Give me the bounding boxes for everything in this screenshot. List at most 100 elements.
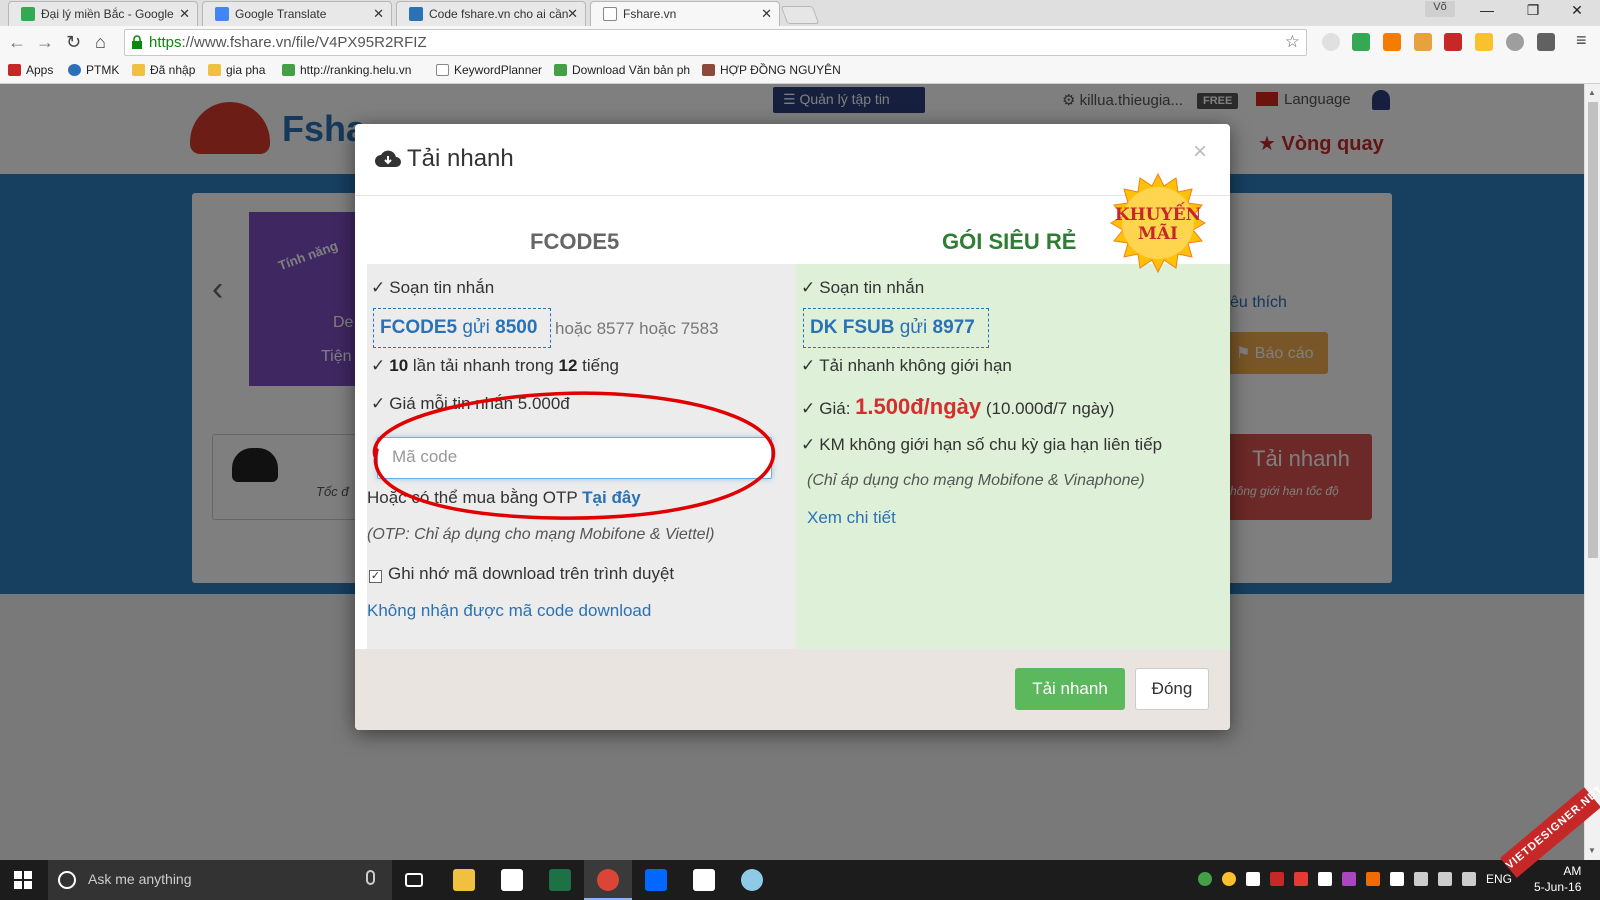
promo-line: MÃI [1138, 224, 1178, 244]
modal-close-icon[interactable]: × [1193, 138, 1207, 166]
tray-app-icon[interactable] [1342, 872, 1356, 886]
bookmark-label: HỢP ĐỒNG NGUYÊN [720, 63, 841, 77]
fast-download-button[interactable]: Tải nhanh [1015, 668, 1125, 710]
check-icon: ✓ [801, 356, 816, 375]
system-clock[interactable]: AM 5-Jun-16 [1534, 863, 1581, 895]
taskbar-chrome[interactable] [584, 860, 632, 900]
sms-code: FCODE5 [380, 317, 458, 338]
clock-time: AM [1563, 864, 1582, 878]
notifications-icon[interactable] [1462, 872, 1476, 886]
taskbar-zalo[interactable] [632, 860, 680, 900]
close-tab-icon[interactable]: ✕ [761, 6, 772, 22]
weekly-price: (10.000đ/7 ngày) [985, 399, 1115, 418]
chrome-icon [597, 869, 619, 891]
modal-title: Tải nhanh [407, 145, 514, 172]
limit-count: 10 [389, 356, 409, 375]
bookmark-star-icon[interactable]: ☆ [1285, 32, 1300, 52]
close-tab-icon[interactable]: ✕ [373, 6, 384, 22]
dropbox-icon[interactable] [1318, 872, 1332, 886]
extension-box-icon[interactable] [1414, 33, 1432, 51]
page-favicon-icon [603, 7, 617, 21]
tray-app-icon[interactable] [1222, 872, 1236, 886]
alternate-numbers: hoặc 8577 hoặc 7583 [555, 319, 719, 338]
tray-app-icon[interactable] [1366, 872, 1380, 886]
close-tab-icon[interactable]: ✕ [179, 6, 190, 22]
lock-icon [132, 35, 142, 49]
bookmark-download-van-ban[interactable]: Download Văn bản ph [554, 63, 690, 77]
extension-seo-icon[interactable] [1475, 33, 1493, 51]
folder-icon [132, 64, 145, 76]
page-icon [436, 64, 449, 76]
extension-gray-icon[interactable] [1506, 33, 1524, 51]
remember-checkbox[interactable]: ✓ [369, 570, 382, 583]
excel-icon [549, 869, 571, 891]
windows-start-icon[interactable] [14, 871, 32, 889]
folder-icon [453, 869, 475, 891]
code-input[interactable]: Mã code [377, 437, 772, 479]
home-icon[interactable]: ⌂ [95, 32, 106, 53]
tab-code-fshare[interactable]: Code fshare.vn cho ai cần ✕ [396, 1, 586, 26]
bookmark-ranking[interactable]: http://ranking.helu.vn [282, 63, 411, 77]
cortana-search-box[interactable]: Ask me anything [48, 860, 392, 900]
bookmark-ptmk[interactable]: PTMK [68, 63, 119, 77]
usb-icon[interactable] [1246, 872, 1260, 886]
vietkey-icon[interactable] [1270, 872, 1284, 886]
close-button[interactable]: Đóng [1135, 668, 1209, 710]
tab-google-translate[interactable]: Google Translate ✕ [202, 1, 392, 26]
cloud-download-icon [375, 150, 401, 167]
taskbar-file-explorer[interactable] [440, 860, 488, 900]
new-tab-button[interactable] [780, 6, 820, 24]
item-text: Soạn tin nhắn [389, 278, 495, 297]
tray-app-icon[interactable] [1294, 872, 1308, 886]
extension-red-icon[interactable] [1444, 33, 1462, 51]
no-code-link[interactable]: Không nhận được mã code download [367, 601, 651, 621]
close-tab-icon[interactable]: ✕ [567, 6, 578, 22]
remember-code-option[interactable]: ✓ Ghi nhớ mã download trên trình duyệt [369, 564, 674, 584]
extension-circle-icon[interactable] [1322, 33, 1340, 51]
scroll-down-icon[interactable]: ▼ [1588, 846, 1596, 855]
forward-icon[interactable]: → [36, 32, 54, 53]
menu-icon[interactable]: ≡ [1576, 30, 1587, 51]
tab-title: Google Translate [235, 7, 327, 21]
tab-fshare[interactable]: Fshare.vn ✕ [590, 1, 780, 27]
microphone-icon[interactable] [366, 870, 375, 885]
profile-chip[interactable]: Võ [1425, 1, 1455, 17]
taskbar-store[interactable] [488, 860, 536, 900]
input-language[interactable]: ENG [1486, 872, 1512, 886]
check-icon: ✓ [801, 435, 816, 454]
tab-dai-ly[interactable]: Đại lý miền Bắc - Google ✕ [8, 1, 198, 26]
action-center-icon[interactable] [1390, 872, 1404, 886]
reload-icon[interactable]: ↻ [66, 32, 81, 53]
drive-icon[interactable] [1352, 33, 1370, 51]
minimize-icon[interactable]: — [1464, 2, 1510, 24]
close-window-icon[interactable]: ✕ [1554, 2, 1600, 24]
extension-shield-icon[interactable] [1537, 33, 1555, 51]
taskbar-mail[interactable] [680, 860, 728, 900]
windows-taskbar: Ask me anything ENG AM 5-Jun-16 [0, 860, 1600, 900]
taskbar-excel[interactable] [536, 860, 584, 900]
bookmark-da-nhap[interactable]: Đã nhập [132, 63, 195, 77]
address-bar[interactable]: https://www.fshare.vn/file/V4PX95R2RFIZ … [124, 29, 1307, 56]
details-link[interactable]: Xem chi tiết [807, 508, 896, 528]
extension-orange-icon[interactable] [1383, 33, 1401, 51]
volume-icon[interactable] [1438, 872, 1452, 886]
scroll-thumb[interactable] [1588, 102, 1598, 558]
left-item-compose: ✓ Soạn tin nhắn [371, 278, 494, 298]
bookmark-gia-pha[interactable]: gia pha [208, 63, 265, 77]
back-icon[interactable]: ← [8, 32, 26, 53]
taskbar-paint[interactable] [728, 860, 776, 900]
page-scrollbar[interactable]: ▲ ▼ [1584, 84, 1600, 860]
promo-line: KHUYẾN [1114, 205, 1202, 225]
right-item-promo: ✓ KM không giới hạn số chu kỳ gia hạn liê… [801, 435, 1162, 455]
task-view-icon [405, 873, 423, 887]
bookmark-keywordplanner[interactable]: KeywordPlanner [436, 63, 542, 77]
bookmark-apps[interactable]: Apps [8, 63, 53, 77]
task-view-button[interactable] [392, 860, 440, 900]
right-item-price: ✓ Giá: 1.500đ/ngày (10.000đ/7 ngày) [801, 394, 1114, 420]
restore-icon[interactable]: ❐ [1510, 2, 1556, 24]
wifi-icon[interactable] [1414, 872, 1428, 886]
tray-app-icon[interactable] [1198, 872, 1212, 886]
scroll-up-icon[interactable]: ▲ [1588, 88, 1596, 97]
bookmark-hop-dong[interactable]: HỢP ĐỒNG NGUYÊN [702, 63, 841, 77]
otp-link[interactable]: Tại đây [582, 488, 641, 507]
